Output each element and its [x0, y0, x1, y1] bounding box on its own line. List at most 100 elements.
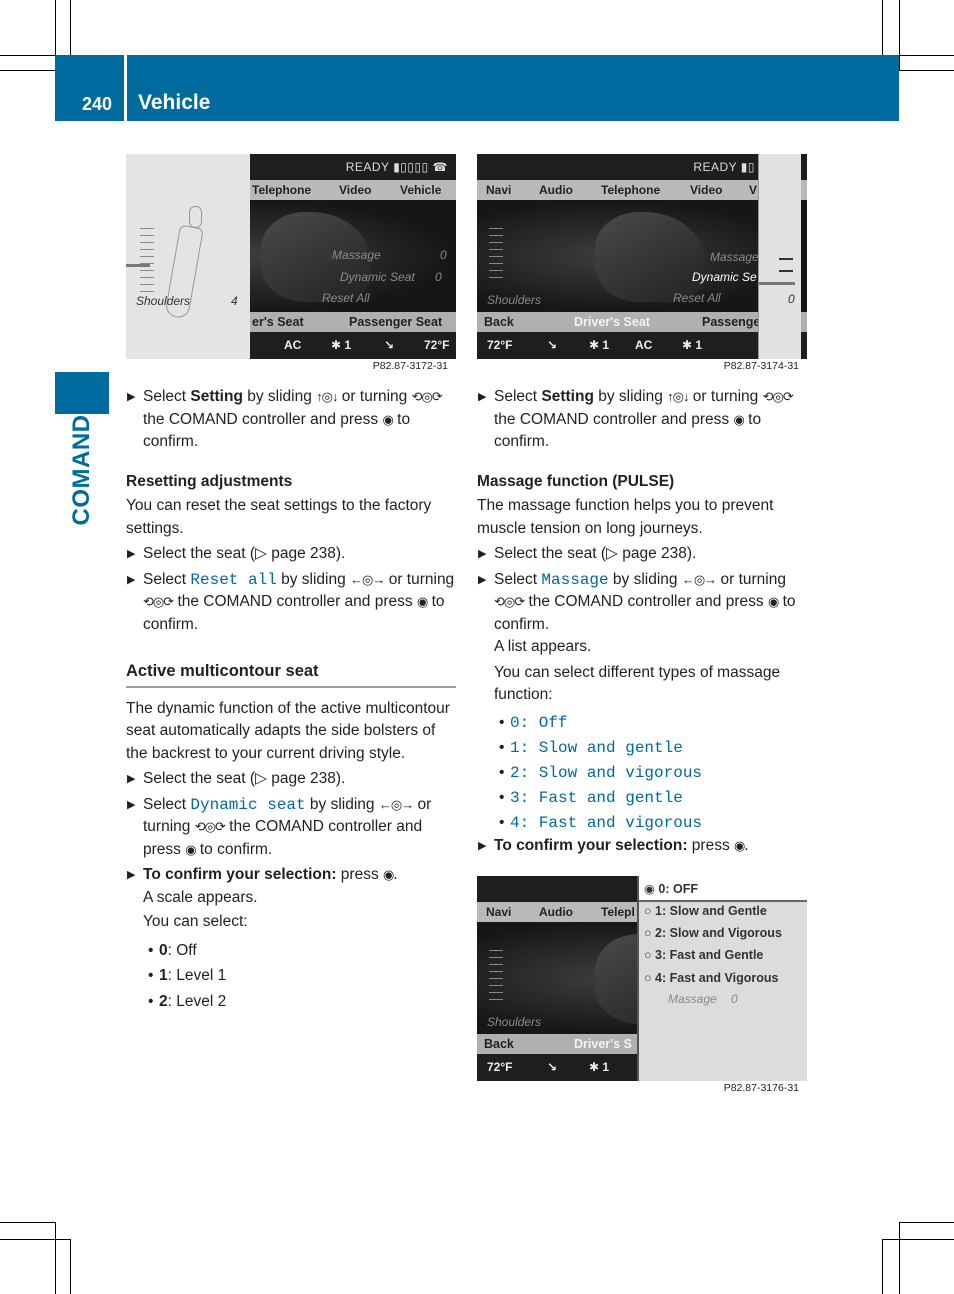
back-button[interactable]: Back — [484, 1037, 514, 1051]
menu-item[interactable]: Video — [339, 183, 371, 197]
drivers-seat-tab[interactable]: er's Seat — [252, 315, 304, 329]
massage-option-text: 0: Off — [510, 713, 568, 732]
menu-term: Setting — [190, 388, 243, 405]
section-title: Vehicle — [138, 91, 211, 114]
instruction-step: ▶ To confirm your selection: press ◉. — [126, 864, 456, 887]
text: Select the seat (▷ page 238). — [143, 770, 346, 787]
text: press — [687, 837, 735, 854]
massage-option-1[interactable]: ○ 1: Slow and Gentle — [644, 904, 767, 918]
level-item: • 1: Level 1 — [126, 965, 456, 988]
text: Select the seat (▷ page 238). — [143, 545, 346, 562]
level-key: 0 — [159, 941, 168, 959]
menu-item[interactable]: Telephone — [252, 183, 311, 197]
press-controller-icon: ◉ — [185, 841, 196, 857]
crop-mark — [55, 1222, 56, 1294]
code-reset-all: Reset all — [190, 570, 277, 589]
massage-option-4[interactable]: ○ 4: Fast and Vigorous — [644, 971, 778, 985]
seat-image — [595, 212, 705, 302]
slide-leftright-icon: ←◎→ — [681, 571, 717, 587]
text: or turning — [716, 570, 786, 588]
slide-leftright-icon: ←◎→ — [378, 796, 414, 812]
text: by sliding — [242, 388, 317, 405]
crop-mark — [882, 1239, 954, 1240]
page-number: 240 — [82, 94, 113, 114]
text: to confirm. — [195, 840, 273, 858]
text: Select the seat (▷ page 238). — [494, 545, 697, 562]
menu-item[interactable]: V — [749, 183, 757, 197]
paragraph: You can select different types of massag… — [494, 663, 781, 704]
crop-mark — [899, 0, 900, 70]
side-tab — [55, 372, 109, 414]
massage-option-item: • 1: Slow and gentle — [477, 737, 807, 760]
massage-option-text: 4: Fast and vigorous — [510, 813, 703, 832]
passenger-seat-tab[interactable]: Passenger Seat — [349, 315, 442, 329]
menu-dynamic-seat[interactable]: Dynamic Se — [692, 270, 757, 284]
figure-massage-list: Navi Audio Telepl Shoulders Back Driver'… — [477, 876, 807, 1081]
menu-massage[interactable]: Massage — [332, 248, 381, 262]
bullet-icon: • — [499, 788, 505, 806]
text: by sliding — [608, 570, 682, 588]
menu-item[interactable]: Audio — [539, 905, 573, 919]
text: or turning — [337, 388, 412, 405]
heading-massage-function: Massage function (PULSE) — [477, 472, 675, 490]
paragraph: The massage function helps you to preven… — [477, 497, 774, 537]
text: Select — [143, 388, 191, 405]
text: or turning — [688, 388, 763, 405]
level-text: : Off — [167, 941, 197, 959]
menu-item[interactable]: Telepl — [601, 905, 635, 919]
press-controller-icon: ◉ — [382, 411, 393, 427]
instruction-step: ▶ Select Dynamic seat by sliding ←◎→ or … — [126, 794, 456, 862]
level-text: : Level 1 — [167, 967, 227, 984]
instruction-step: ▶ Select Setting by sliding ↑◎↓ or turni… — [477, 386, 807, 454]
massage-option-item: • 4: Fast and vigorous — [477, 812, 807, 835]
press-controller-icon: ◉ — [734, 838, 745, 853]
temperature: 72°F — [487, 338, 513, 352]
back-button[interactable]: Back — [484, 315, 514, 329]
crop-mark — [899, 55, 954, 56]
menu-item[interactable]: Telephone — [601, 183, 660, 197]
step-arrow-icon: ▶ — [127, 573, 136, 586]
massage-option-item: • 2: Slow and vigorous — [477, 762, 807, 785]
menu-reset-all[interactable]: Reset All — [673, 291, 721, 305]
massage-option-3[interactable]: ○ 3: Fast and Gentle — [644, 948, 763, 962]
airflow-icon: ↘ — [547, 338, 558, 352]
scale-ticks — [140, 228, 154, 298]
step-arrow-icon: ▶ — [127, 798, 136, 811]
text-bold: To confirm your selection: — [143, 866, 337, 883]
massage-option-item: • 3: Fast and gentle — [477, 787, 807, 810]
paragraph: The dynamic function of the active multi… — [126, 699, 450, 762]
slide-updown-icon: ↑◎↓ — [667, 389, 689, 404]
menu-item[interactable]: Navi — [486, 905, 511, 919]
menu-massage[interactable]: Massage — [710, 250, 759, 264]
massage-footer-label: Massage — [668, 992, 717, 1006]
passenger-seat-tab[interactable]: Passenge — [702, 315, 760, 329]
turn-controller-icon: ⟲◎⟳ — [194, 819, 226, 834]
drivers-seat-tab[interactable]: Driver's Seat — [574, 315, 650, 329]
crop-mark — [899, 70, 954, 71]
menu-reset-all[interactable]: Reset All — [322, 291, 370, 305]
paragraph: A scale appears. — [143, 888, 258, 906]
massage-value: 0 — [440, 248, 447, 262]
crop-mark — [0, 70, 55, 71]
figure-caption: P82.87-3176-31 — [723, 1082, 799, 1094]
menu-dynamic-seat[interactable]: Dynamic Seat — [340, 270, 415, 284]
massage-option-2[interactable]: ○ 2: Slow and Vigorous — [644, 926, 782, 940]
menu-item[interactable]: Navi — [486, 183, 511, 197]
menu-term: Setting — [541, 388, 594, 405]
menu-item[interactable]: Video — [690, 183, 722, 197]
bullet-icon: • — [499, 763, 505, 781]
code-massage: Massage — [541, 570, 609, 589]
massage-option-0[interactable]: ◉ 0: OFF — [644, 881, 698, 896]
turn-controller-icon: ⟲◎⟳ — [411, 389, 443, 404]
heading-resetting-adjustments: Resetting adjustments — [126, 472, 293, 490]
figure-dynamic-seat: READY ▮▯ Navi Audio Telephone Video V Sh… — [477, 154, 807, 359]
instruction-step: ▶ Select the seat (▷ page 238). — [126, 543, 456, 566]
drivers-seat-tab[interactable]: Driver's S — [574, 1037, 632, 1051]
crop-mark — [882, 0, 883, 55]
fan-indicator: ✱ 1 — [682, 338, 703, 352]
menu-item[interactable]: Audio — [539, 183, 573, 197]
text: press — [336, 866, 384, 883]
menu-item[interactable]: Vehicle — [400, 183, 441, 197]
text: Select — [494, 388, 542, 405]
shoulders-label: Shoulders — [487, 1015, 542, 1029]
